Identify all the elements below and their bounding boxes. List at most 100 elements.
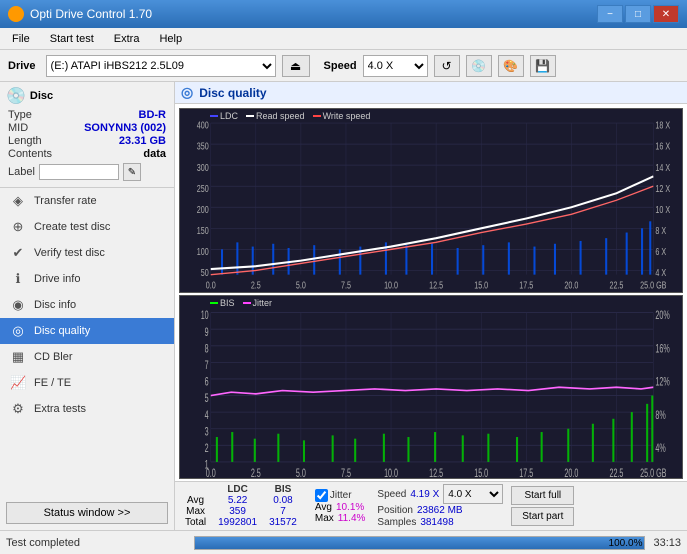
- stats-header-ldc: LDC: [212, 484, 263, 495]
- stats-label-avg: Avg: [179, 495, 212, 506]
- svg-text:10.0: 10.0: [384, 467, 398, 478]
- samples-val: 381498: [420, 517, 453, 528]
- speed-label: Speed: [324, 60, 357, 72]
- svg-text:12%: 12%: [655, 375, 670, 388]
- svg-text:17.5: 17.5: [519, 280, 533, 291]
- legend-write-speed: Write speed: [313, 111, 371, 121]
- sidebar-item-fe-te[interactable]: 📈 FE / TE: [0, 370, 174, 396]
- svg-text:0.0: 0.0: [206, 280, 216, 291]
- legend-ldc-dot: [210, 115, 218, 117]
- save-button[interactable]: 💾: [530, 55, 556, 77]
- start-part-button[interactable]: Start part: [511, 507, 574, 526]
- menu-extra[interactable]: Extra: [106, 31, 148, 47]
- sidebar-item-create-test-disc[interactable]: ⊕ Create test disc: [0, 214, 174, 240]
- sidebar-item-transfer-rate[interactable]: ◈ Transfer rate: [0, 188, 174, 214]
- sidebar-item-extra-tests[interactable]: ⚙ Extra tests: [0, 396, 174, 422]
- settings-button[interactable]: 🎨: [498, 55, 524, 77]
- svg-text:400: 400: [197, 120, 209, 131]
- svg-text:12.5: 12.5: [429, 467, 443, 478]
- drive-select[interactable]: (E:) ATAPI iHBS212 2.5L09: [46, 55, 276, 77]
- disc-type-key: Type: [8, 109, 32, 121]
- disc-button[interactable]: 💿: [466, 55, 492, 77]
- svg-text:10.0: 10.0: [384, 280, 398, 291]
- jitter-avg-label: Avg: [315, 502, 332, 513]
- disc-panel-title: 💿 Disc: [6, 86, 168, 106]
- svg-text:5.0: 5.0: [296, 280, 306, 291]
- sidebar-item-cd-bler[interactable]: ▦ CD Bler: [0, 344, 174, 370]
- sidebar-item-label-transfer-rate: Transfer rate: [34, 195, 97, 207]
- sidebar-item-label-verify-test: Verify test disc: [34, 247, 105, 259]
- position-label: Position: [377, 505, 413, 516]
- speed-select[interactable]: 4.0 X Max 2.0 X: [363, 55, 428, 77]
- speed-dropdown[interactable]: 4.0 X Max: [443, 484, 503, 504]
- sidebar-item-drive-info[interactable]: ℹ Drive info: [0, 266, 174, 292]
- sidebar-item-label-disc-info: Disc info: [34, 299, 76, 311]
- verify-test-icon: ✔: [10, 245, 26, 261]
- legend-ldc-label: LDC: [220, 111, 238, 121]
- svg-text:4 X: 4 X: [655, 267, 666, 278]
- svg-text:14 X: 14 X: [655, 162, 670, 173]
- disc-mid-val: SONYNN3 (002): [84, 122, 166, 134]
- svg-text:17.5: 17.5: [519, 467, 533, 478]
- jitter-checkbox[interactable]: [315, 489, 328, 502]
- minimize-button[interactable]: −: [597, 5, 623, 23]
- sidebar: 💿 Disc Type BD-R MID SONYNN3 (002) Lengt…: [0, 82, 175, 530]
- app-title: Opti Drive Control 1.70: [30, 7, 152, 21]
- stats-total-bis: 31572: [263, 517, 303, 528]
- sidebar-item-disc-quality[interactable]: ◎ Disc quality: [0, 318, 174, 344]
- jitter-avg-val: 10.1%: [336, 502, 364, 513]
- disc-quality-header-icon: ◎: [181, 84, 193, 101]
- svg-text:0.0: 0.0: [206, 467, 216, 478]
- title-bar: Opti Drive Control 1.70 − □ ✕: [0, 0, 687, 28]
- menu-file[interactable]: File: [4, 31, 38, 47]
- status-text: Test completed: [6, 537, 186, 549]
- drive-info-icon: ℹ: [10, 271, 26, 287]
- svg-text:8: 8: [205, 342, 209, 355]
- label-input[interactable]: [39, 164, 119, 180]
- disc-contents-key: Contents: [8, 148, 52, 160]
- menu-start-test[interactable]: Start test: [42, 31, 102, 47]
- disc-info-panel: 💿 Disc Type BD-R MID SONYNN3 (002) Lengt…: [0, 82, 174, 188]
- sidebar-item-disc-info[interactable]: ◉ Disc info: [0, 292, 174, 318]
- svg-text:5.0: 5.0: [296, 467, 306, 478]
- svg-text:20.0: 20.0: [564, 467, 578, 478]
- disc-type-row: Type BD-R: [6, 109, 168, 121]
- disc-quality-icon: ◎: [10, 323, 26, 339]
- extra-tests-icon: ⚙: [10, 401, 26, 417]
- jitter-label: Jitter: [330, 490, 352, 501]
- jitter-max-row: Max 11.4%: [315, 513, 366, 524]
- svg-text:8%: 8%: [655, 409, 666, 422]
- stats-table: LDC BIS Avg 5.22 0.08 Max 359 7: [179, 484, 303, 528]
- maximize-button[interactable]: □: [625, 5, 651, 23]
- disc-contents-row: Contents data: [6, 148, 168, 160]
- svg-text:4%: 4%: [655, 442, 666, 455]
- sidebar-item-verify-test-disc[interactable]: ✔ Verify test disc: [0, 240, 174, 266]
- svg-text:7.5: 7.5: [341, 467, 351, 478]
- jitter-avg-row: Avg 10.1%: [315, 502, 366, 513]
- close-button[interactable]: ✕: [653, 5, 679, 23]
- title-bar-left: Opti Drive Control 1.70: [8, 6, 152, 22]
- svg-text:16%: 16%: [655, 342, 670, 355]
- disc-length-row: Length 23.31 GB: [6, 135, 168, 147]
- start-full-button[interactable]: Start full: [511, 486, 574, 505]
- status-window-button[interactable]: Status window >>: [6, 502, 168, 524]
- svg-text:7: 7: [205, 359, 209, 372]
- svg-text:20.0: 20.0: [564, 280, 578, 291]
- menu-help[interactable]: Help: [151, 31, 190, 47]
- label-edit-button[interactable]: ✎: [123, 163, 141, 181]
- refresh-button[interactable]: ↺: [434, 55, 460, 77]
- eject-button[interactable]: ⏏: [282, 55, 310, 77]
- position-row: Position 23862 MB: [377, 505, 503, 516]
- svg-text:2: 2: [205, 442, 209, 455]
- svg-text:300: 300: [197, 162, 209, 173]
- disc-quality-header-title: Disc quality: [199, 86, 266, 100]
- sidebar-item-label-create-test: Create test disc: [34, 221, 110, 233]
- cd-bler-icon: ▦: [10, 349, 26, 365]
- jitter-section: Jitter Avg 10.1% Max 11.4%: [315, 489, 366, 524]
- drive-bar: Drive (E:) ATAPI iHBS212 2.5L09 ⏏ Speed …: [0, 50, 687, 82]
- disc-length-key: Length: [8, 135, 42, 147]
- progress-bar-fill: [195, 537, 644, 549]
- transfer-rate-icon: ◈: [10, 193, 26, 209]
- title-controls: − □ ✕: [597, 5, 679, 23]
- legend-bis-dot: [210, 302, 218, 304]
